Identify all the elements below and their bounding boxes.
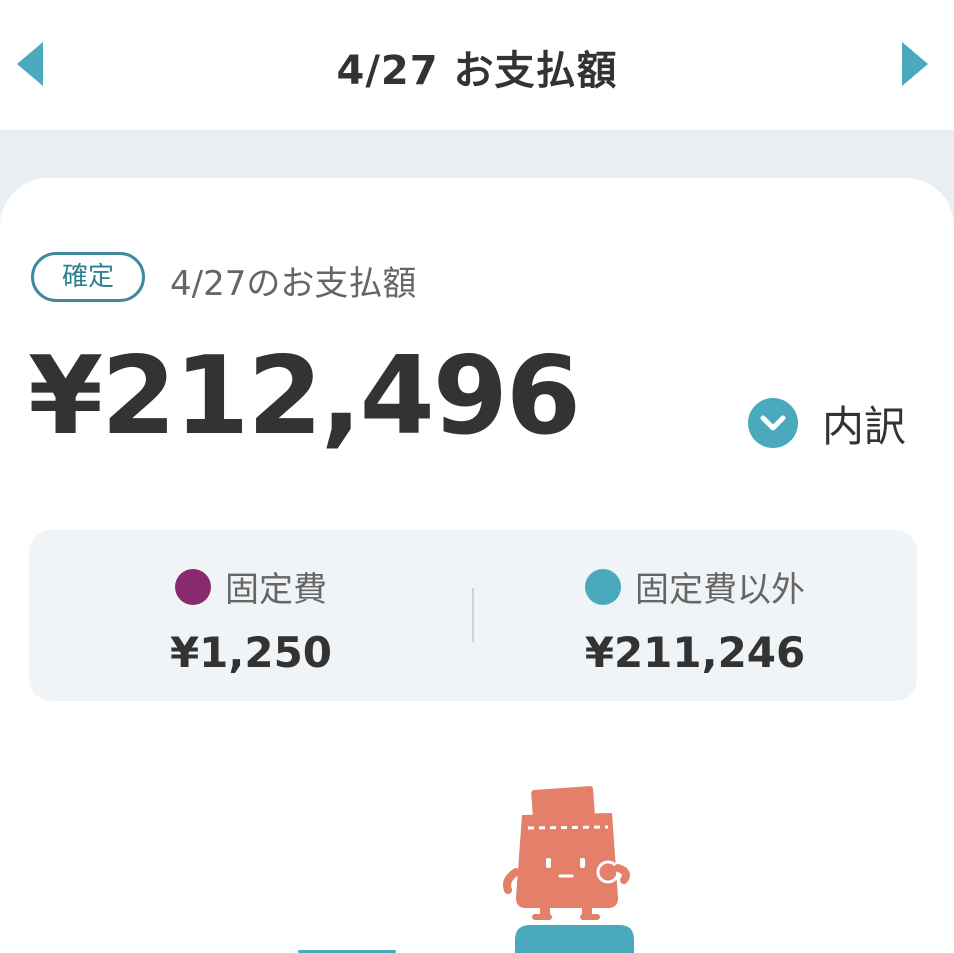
fixed-cost-summary: 固定費 ¥1,250 xyxy=(29,530,473,701)
wallet-mascot-icon xyxy=(503,786,634,953)
variable-cost-label: 固定費以外 xyxy=(635,570,805,610)
fixed-cost-value: ¥1,250 xyxy=(169,628,333,677)
total-amount: ¥212,496 xyxy=(28,334,581,459)
breakdown-label: 内訳 xyxy=(822,401,907,451)
chevron-right-icon xyxy=(902,42,928,86)
variable-cost-value: ¥211,246 xyxy=(584,628,806,677)
fixed-cost-dot-icon xyxy=(175,568,211,605)
top-bar: 4/27 お支払額 xyxy=(0,0,954,130)
payment-amount-label: 4/27のお支払額 xyxy=(170,264,417,304)
fixed-cost-label: 固定費 xyxy=(225,570,327,610)
chevron-down-circle-icon xyxy=(748,398,798,448)
variable-cost-summary: 固定費以外 ¥211,246 xyxy=(473,530,917,701)
status-badge: 確定 xyxy=(31,252,145,302)
page-title: 4/27 お支払額 xyxy=(336,48,618,94)
variable-cost-dot-icon xyxy=(585,568,621,605)
summary-box: 固定費 ¥1,250 固定費以外 ¥211,246 xyxy=(29,530,917,701)
next-button[interactable] xyxy=(900,40,930,88)
breakdown-toggle[interactable]: 内訳 xyxy=(748,395,906,451)
